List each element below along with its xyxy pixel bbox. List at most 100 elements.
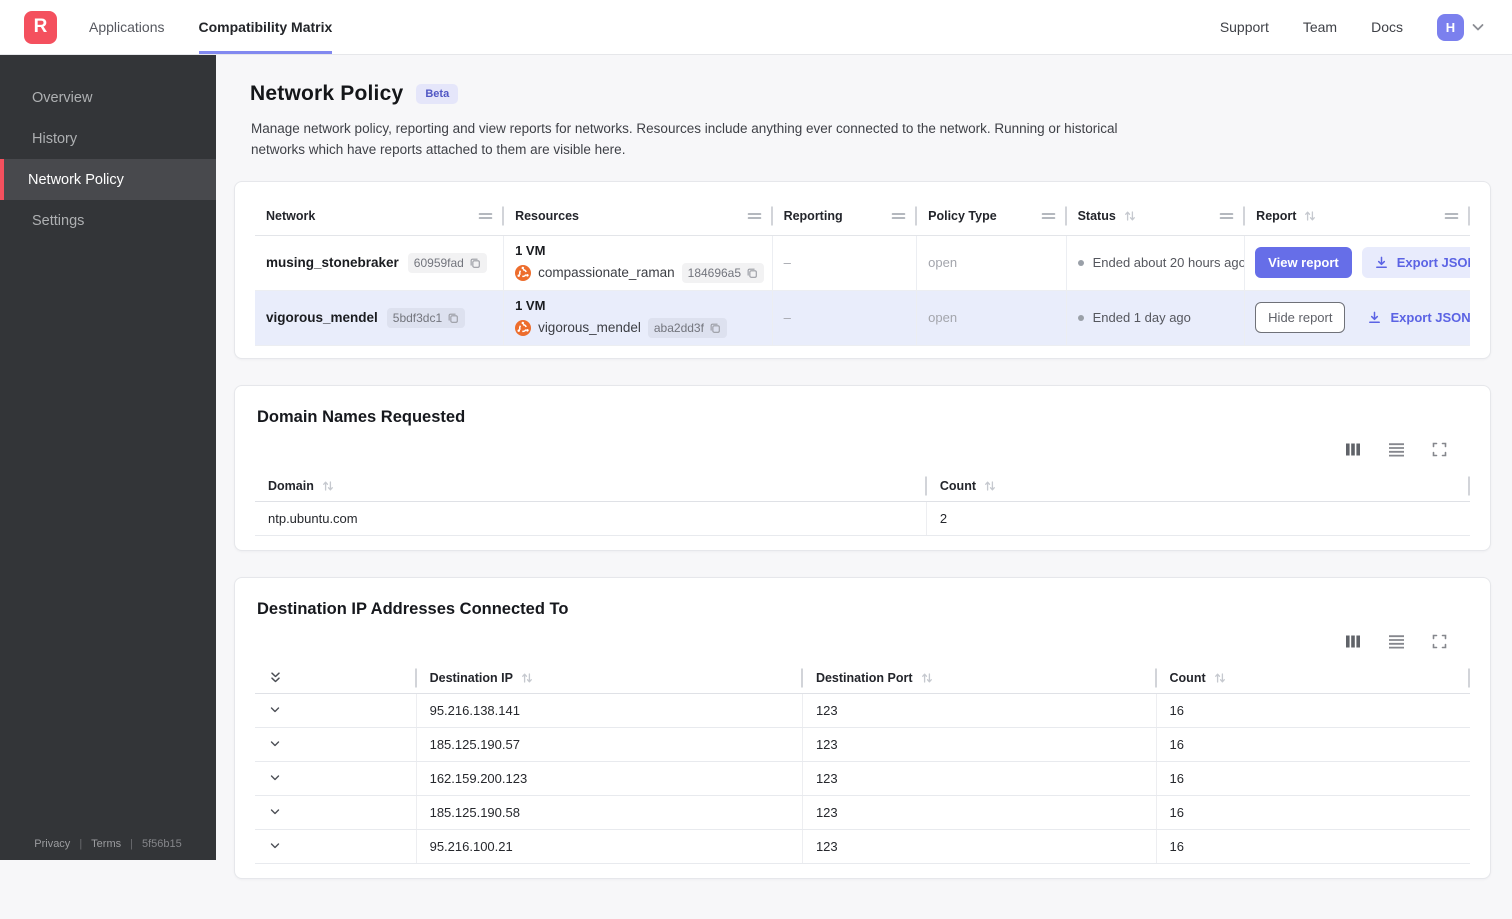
columns-view-icon[interactable]: [1344, 633, 1362, 650]
terms-link[interactable]: Terms: [91, 838, 121, 850]
expand-view-icon[interactable]: [1431, 633, 1448, 650]
sort-icon[interactable]: [321, 479, 335, 493]
page-title: Network Policy: [250, 82, 403, 106]
sort-icon[interactable]: [983, 479, 997, 493]
ip-row[interactable]: 95.216.100.21 123 16: [255, 830, 1470, 864]
domains-card: Domain Names Requested Domain: [234, 385, 1491, 551]
destination-ip-value: 95.216.138.141: [417, 694, 803, 727]
sort-icon[interactable]: [520, 671, 534, 685]
sidebar-item-settings[interactable]: Settings: [0, 200, 216, 241]
avatar[interactable]: H: [1437, 14, 1464, 41]
network-id-badge: 60959fad: [408, 253, 487, 273]
destination-port-value: 123: [803, 694, 1157, 727]
column-resize-handle[interactable]: [1041, 211, 1056, 221]
sidebar-item-network-policy[interactable]: Network Policy: [0, 159, 216, 200]
network-id-badge: 5bdf3dc1: [387, 308, 465, 328]
sidebar-item-history[interactable]: History: [0, 118, 216, 159]
sidebar-footer: Privacy | Terms | 5f56b15: [0, 838, 216, 850]
nav-applications[interactable]: Applications: [89, 0, 165, 54]
count-value: 16: [1157, 796, 1470, 829]
view-report-button[interactable]: View report: [1255, 247, 1352, 278]
policy-type-value: open: [928, 255, 957, 270]
column-header-count: Count: [1170, 671, 1206, 685]
network-row-musing-stonebraker[interactable]: musing_stonebraker 60959fad 1 VM: [255, 236, 1470, 291]
domain-row[interactable]: ntp.ubuntu.com 2: [255, 502, 1470, 536]
nav-support[interactable]: Support: [1220, 19, 1269, 35]
avatar-initial: H: [1446, 20, 1455, 35]
column-resize-handle[interactable]: [478, 211, 493, 221]
domains-table: Domain Count ntp.ubuntu.com 2: [255, 471, 1470, 536]
column-header-network: Network: [266, 209, 315, 223]
destination-port-value: 123: [803, 728, 1157, 761]
networks-table: Network Resources Reporting: [255, 198, 1470, 346]
nav-docs[interactable]: Docs: [1371, 19, 1403, 35]
destination-ips-table: Destination IP Destination Port Count: [255, 663, 1470, 864]
copy-icon[interactable]: [447, 312, 459, 324]
resource-name: compassionate_raman: [538, 265, 675, 280]
footer-divider: |: [130, 838, 133, 850]
destination-ip-value: 185.125.190.58: [417, 796, 803, 829]
column-resize-handle[interactable]: [747, 211, 762, 221]
expand-all-icon[interactable]: [268, 670, 283, 685]
nav-team[interactable]: Team: [1303, 19, 1337, 35]
column-resize-handle[interactable]: [891, 211, 906, 221]
row-expand-toggle[interactable]: [255, 762, 417, 795]
column-header-reporting: Reporting: [784, 209, 843, 223]
rows-view-icon[interactable]: [1387, 633, 1406, 650]
column-header-destination-ip: Destination IP: [430, 671, 513, 685]
download-icon: [1374, 255, 1389, 270]
ip-row[interactable]: 162.159.200.123 123 16: [255, 762, 1470, 796]
sort-icon[interactable]: [1123, 209, 1137, 223]
column-resize-handle[interactable]: [1219, 211, 1234, 221]
copy-icon[interactable]: [746, 267, 758, 279]
ip-row[interactable]: 185.125.190.57 123 16: [255, 728, 1470, 762]
beta-badge: Beta: [416, 84, 458, 104]
status-dot: [1078, 315, 1084, 321]
network-name: musing_stonebraker: [266, 255, 399, 270]
copy-icon[interactable]: [469, 257, 481, 269]
network-row-vigorous-mendel[interactable]: vigorous_mendel 5bdf3dc1 1 VM vig: [255, 291, 1470, 346]
user-menu[interactable]: H: [1437, 14, 1486, 41]
expand-view-icon[interactable]: [1431, 441, 1448, 458]
policy-type-value: open: [928, 310, 957, 325]
ip-row[interactable]: 95.216.138.141 123 16: [255, 694, 1470, 728]
destination-ip-value: 162.159.200.123: [417, 762, 803, 795]
export-json-label: Export JSON: [1397, 255, 1470, 270]
domain-value: ntp.ubuntu.com: [255, 502, 927, 535]
build-hash: 5f56b15: [142, 838, 182, 850]
sort-icon[interactable]: [1303, 209, 1317, 223]
copy-icon[interactable]: [709, 322, 721, 334]
footer-divider: |: [79, 838, 82, 850]
row-expand-toggle[interactable]: [255, 830, 417, 863]
vm-count: 1 VM: [515, 243, 545, 258]
resource-id: 184696a5: [688, 266, 741, 280]
rows-view-icon[interactable]: [1387, 441, 1406, 458]
row-expand-toggle[interactable]: [255, 796, 417, 829]
destination-ips-card: Destination IP Addresses Connected To: [234, 577, 1491, 879]
ip-row[interactable]: 185.125.190.58 123 16: [255, 796, 1470, 830]
row-expand-toggle[interactable]: [255, 694, 417, 727]
count-value: 16: [1157, 694, 1470, 727]
hide-report-button[interactable]: Hide report: [1255, 302, 1345, 333]
top-nav: R Applications Compatibility Matrix Supp…: [0, 0, 1512, 55]
vm-count: 1 VM: [515, 298, 545, 313]
nav-compatibility-matrix[interactable]: Compatibility Matrix: [199, 0, 333, 54]
destination-ip-value: 95.216.100.21: [417, 830, 803, 863]
privacy-link[interactable]: Privacy: [34, 838, 70, 850]
sort-icon[interactable]: [1213, 671, 1227, 685]
sort-icon[interactable]: [920, 671, 934, 685]
main-content: Network Policy Beta Manage network polic…: [216, 55, 1512, 919]
row-expand-toggle[interactable]: [255, 728, 417, 761]
columns-view-icon[interactable]: [1344, 441, 1362, 458]
sidebar-item-overview[interactable]: Overview: [0, 77, 216, 118]
chevron-down-icon[interactable]: [1470, 19, 1486, 35]
status-text: Ended 1 day ago: [1093, 310, 1191, 325]
primary-nav: Applications Compatibility Matrix: [89, 0, 332, 54]
column-header-resources: Resources: [515, 209, 579, 223]
export-json-button[interactable]: Export JSON: [1362, 247, 1470, 278]
networks-card: Network Resources Reporting: [234, 181, 1491, 359]
export-json-button[interactable]: Export JSON: [1355, 302, 1469, 333]
column-resize-handle[interactable]: [1444, 211, 1459, 221]
resource-id-badge: 184696a5: [682, 263, 764, 283]
app-logo[interactable]: R: [24, 11, 57, 44]
